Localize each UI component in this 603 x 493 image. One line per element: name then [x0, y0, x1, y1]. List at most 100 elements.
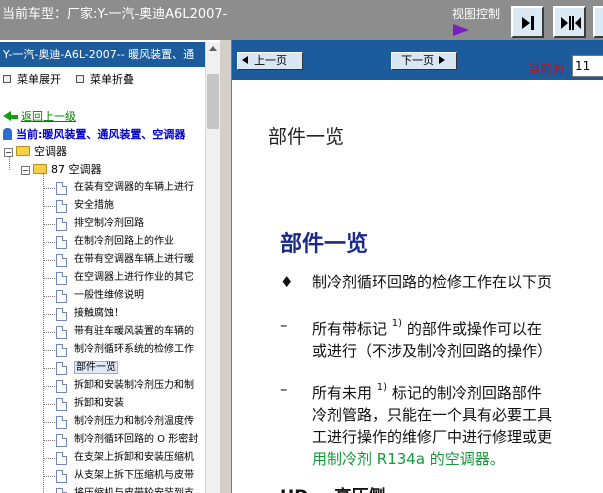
paragraph-1: 制冷剂循环回路的检修工作在以下页: [312, 273, 553, 291]
tree-item-label: 拆卸和安装: [74, 398, 124, 409]
tree-item[interactable]: 排空制冷剂回路: [43, 215, 198, 233]
tree-item[interactable]: 制冷剂压力和制冷剂温度传: [43, 413, 198, 431]
tree-item-label: 在带有空调器车辆上进行暖: [74, 254, 194, 265]
tree-document-list: 在装有空调器的车辆上进行 安全措施排空制冷剂回路在制冷剂回路上的作业在带有空调器车…: [43, 179, 198, 493]
tree-item[interactable]: 将压缩机与皮带轮安装到支: [43, 485, 198, 493]
tree-item-label: 在装有空调器的车辆上进行: [74, 182, 194, 193]
back-link[interactable]: 返回上一级: [3, 108, 76, 124]
document-icon: [56, 452, 67, 465]
document-icon: [56, 308, 67, 321]
arrow-right-icon: [439, 56, 445, 64]
collapse-all-label: 菜单折叠: [90, 73, 134, 86]
dash-marker: –: [280, 380, 288, 398]
tree-item-label: 制冷剂循环系统的检修工作: [74, 344, 194, 355]
tree-item[interactable]: 接触腐蚀！: [43, 305, 198, 323]
panel-splitter[interactable]: [220, 40, 232, 493]
back-arrow-icon: [3, 111, 11, 121]
document-icon: [56, 254, 67, 267]
current-node-label: 当前:暖风装置、通风装置、空调器: [3, 126, 185, 142]
tree-item-label: 排空制冷剂回路: [74, 218, 144, 229]
sidebar-scrollbar[interactable]: [205, 42, 220, 493]
tree-node-air-conditioner[interactable]: − 空调器: [4, 143, 67, 161]
current-page-input[interactable]: 11: [572, 55, 603, 77]
next-page-button[interactable]: 下一页: [391, 52, 457, 70]
high-pressure-side-heading: HD = 高压侧: [280, 482, 385, 493]
expand-all-button[interactable]: 菜单展开: [3, 71, 61, 86]
tree-item-label: 带有驻车暖风装置的车辆的: [74, 326, 194, 337]
tree-item[interactable]: 从支架上拆下压缩机与皮带: [43, 467, 198, 485]
folder-open-icon: [33, 164, 47, 174]
document-icon: [56, 182, 67, 195]
tree-item[interactable]: 在带有空调器车辆上进行暖: [43, 251, 198, 269]
split-arrows-icon: [561, 16, 581, 30]
tree-item-label: 将压缩机与皮带轮安装到支: [74, 488, 194, 493]
tree-item[interactable]: 在制冷剂回路上的作业: [43, 233, 198, 251]
tree-item-label: 在空调器上进行作业的其它: [74, 272, 194, 283]
tree-node-87-air-conditioner[interactable]: −87 空调器: [21, 161, 102, 179]
tree-item[interactable]: 制冷剂循环回路的 O 形密封: [43, 431, 198, 449]
view-collapse-left-button[interactable]: [511, 6, 544, 38]
tree-item-label: 一般性维修说明: [74, 290, 144, 301]
dash-marker: –: [280, 316, 288, 334]
current-page-label: 当前为: [528, 62, 565, 76]
tree-item-label: 在制冷剂回路上的作业: [74, 236, 174, 247]
scroll-up-arrow-icon[interactable]: [206, 42, 220, 56]
tree-item[interactable]: 拆卸和安装: [43, 395, 198, 413]
tree-item[interactable]: 在装有空调器的车辆上进行: [43, 179, 198, 197]
document-icon: [56, 434, 67, 447]
document-icon: [56, 290, 67, 303]
document-icon: [56, 218, 67, 231]
folder-open-icon: [16, 146, 30, 156]
tree-item[interactable]: 制冷剂循环系统的检修工作: [43, 341, 198, 359]
document-icon: [56, 344, 67, 357]
top-toolbar: 当前车型：厂家:Y-一汽-奥迪A6L2007- 视图控制: [0, 0, 603, 40]
scrollbar-thumb[interactable]: [207, 74, 219, 129]
view-control-arrow-icon: [453, 24, 469, 36]
document-icon: [56, 380, 67, 393]
back-link-label: 返回上一级: [21, 110, 76, 123]
view-collapse-right-button[interactable]: [593, 6, 603, 38]
location-pin-icon: [3, 128, 12, 140]
paragraph-2: 所有带标记 1) 的部件或操作可以在 或进行（不涉及制冷剂回路的操作）: [312, 318, 553, 360]
document-icon: [56, 326, 67, 339]
view-control-label: 视图控制: [452, 7, 501, 21]
sidebar-header: Y-一汽-奥迪-A6L-2007-- 暖风装置、通: [0, 42, 205, 67]
document-icon: [56, 416, 67, 429]
view-split-button[interactable]: [553, 6, 586, 38]
collapse-toggle-icon[interactable]: −: [21, 166, 30, 175]
document-icon: [56, 200, 67, 213]
arrow-right-bar-icon: [522, 16, 534, 30]
document-icon: [56, 488, 67, 493]
section-title: 部件一览: [280, 231, 369, 257]
tree-item-label: 制冷剂循环回路的 O 形密封: [74, 434, 199, 445]
previous-page-button[interactable]: 上一页: [237, 52, 303, 70]
document-icon: [56, 470, 67, 483]
paragraph-3: 所有未用 1) 标记的制冷剂回路部件 冷剂管路，只能在一个具有必要工具 工进行操…: [312, 382, 553, 468]
tree-item-label: 接触腐蚀！: [74, 308, 124, 319]
tree-item[interactable]: 部件一览: [43, 359, 198, 377]
catalog-sidebar: Y-一汽-奥迪-A6L-2007-- 暖风装置、通 菜单展开 菜单折叠 返回上一…: [0, 40, 220, 493]
tree-item[interactable]: 带有驻车暖风装置的车辆的: [43, 323, 198, 341]
tree-item-label: 在支架上拆卸和安装压缩机: [74, 452, 194, 463]
tree-item[interactable]: 拆卸和安装制冷剂压力和制: [43, 377, 198, 395]
document-icon: [56, 272, 67, 285]
document-icon: [56, 362, 67, 375]
document-icon: [56, 398, 67, 411]
collapse-all-button[interactable]: 菜单折叠: [76, 71, 134, 86]
page-navigation-bar: 上一页 下一页 当前为 11: [232, 40, 603, 80]
menu-icon: [76, 75, 84, 83]
tree-item-label: 从支架上拆下压缩机与皮带: [74, 470, 194, 481]
collapse-toggle-icon[interactable]: −: [4, 148, 13, 157]
tree-item-label: 安全措施: [74, 200, 114, 211]
tree-item[interactable]: 在空调器上进行作业的其它: [43, 269, 198, 287]
tree-item[interactable]: 在支架上拆卸和安装压缩机: [43, 449, 198, 467]
tree-item-label: 制冷剂压力和制冷剂温度传: [74, 416, 194, 427]
tree-item[interactable]: 安全措施: [43, 197, 198, 215]
menu-icon: [3, 75, 11, 83]
tree-item[interactable]: 一般性维修说明: [43, 287, 198, 305]
page-heading: 部件一览: [268, 126, 345, 148]
tree-item-label: 拆卸和安装制冷剂压力和制: [74, 380, 194, 391]
document-viewer: 上一页 下一页 当前为 11 部件一览 部件一览 ♦ 制冷剂循环回路的检修工作在…: [232, 40, 603, 493]
document-icon: [56, 236, 67, 249]
current-vehicle-title: 当前车型：厂家:Y-一汽-奥迪A6L2007-: [2, 7, 228, 22]
